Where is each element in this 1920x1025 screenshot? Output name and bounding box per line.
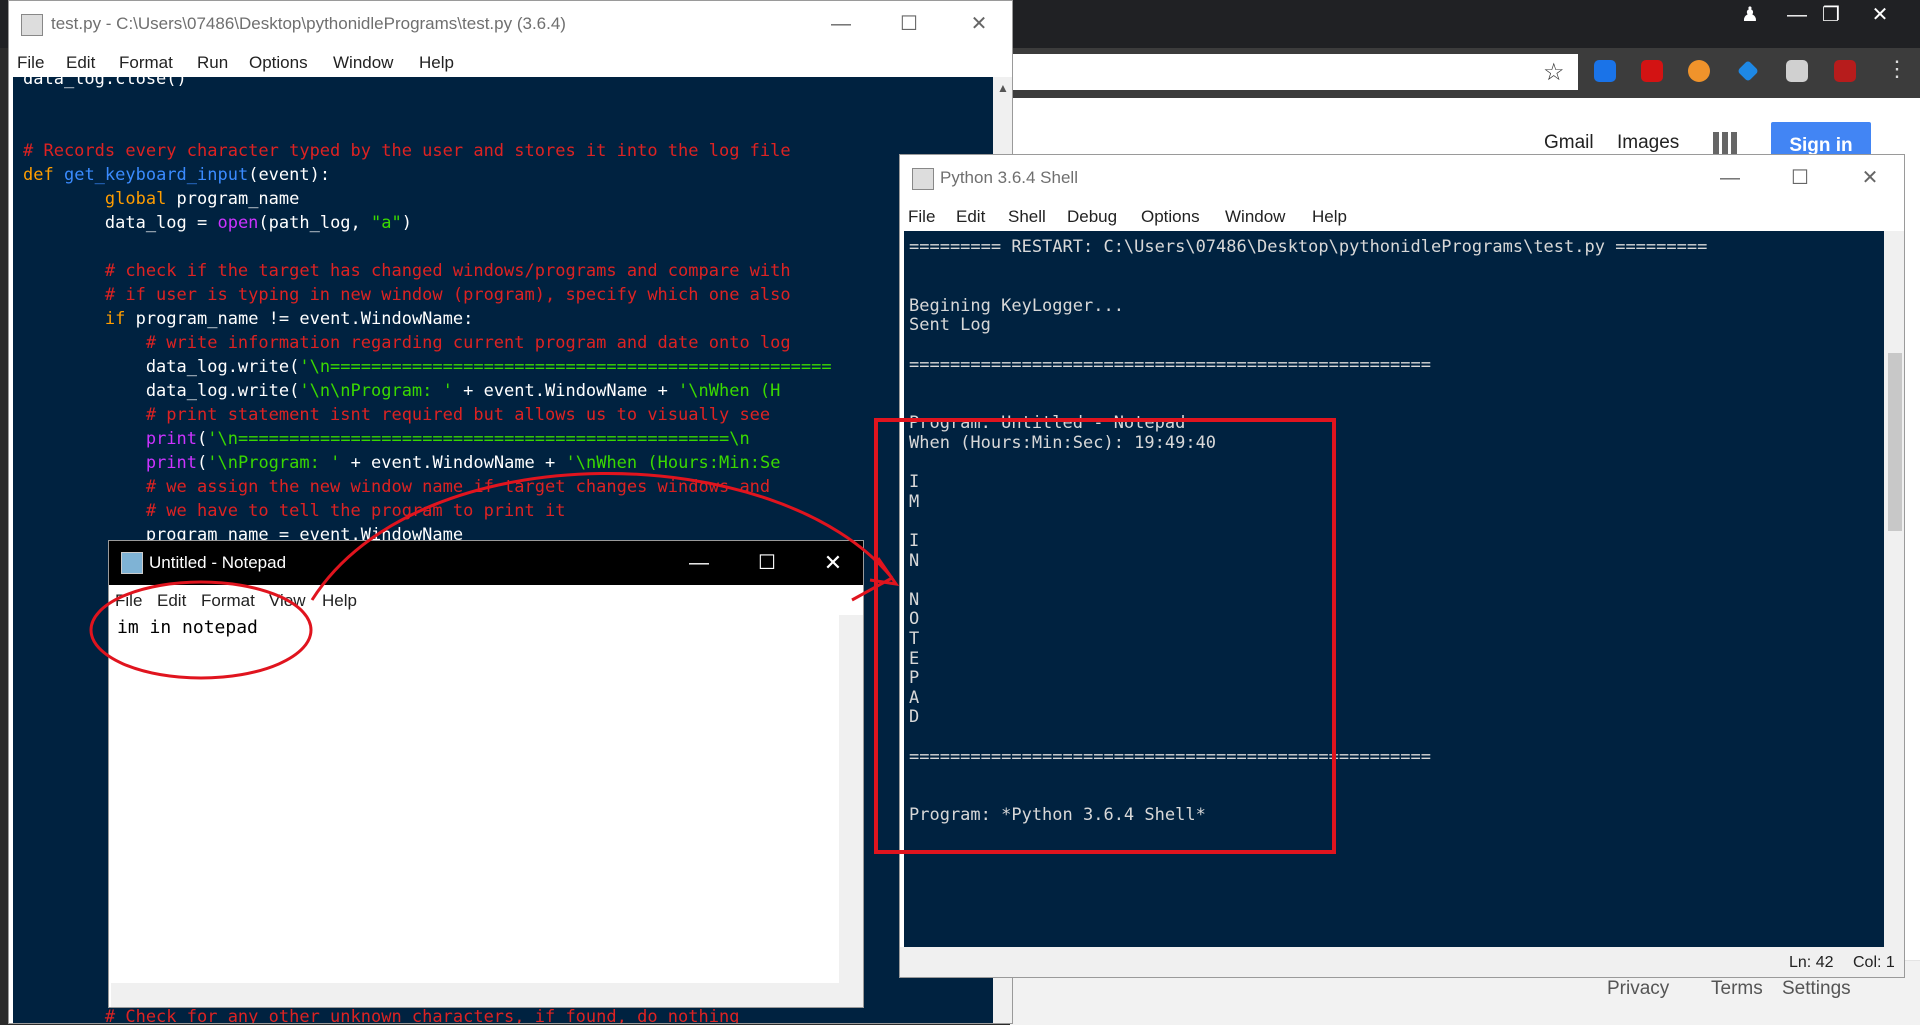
annotation-arrowhead	[869, 557, 900, 587]
annotation-overlay	[89, 472, 900, 680]
highlight-ellipse	[89, 580, 313, 680]
annotation-arrow	[310, 472, 894, 601]
